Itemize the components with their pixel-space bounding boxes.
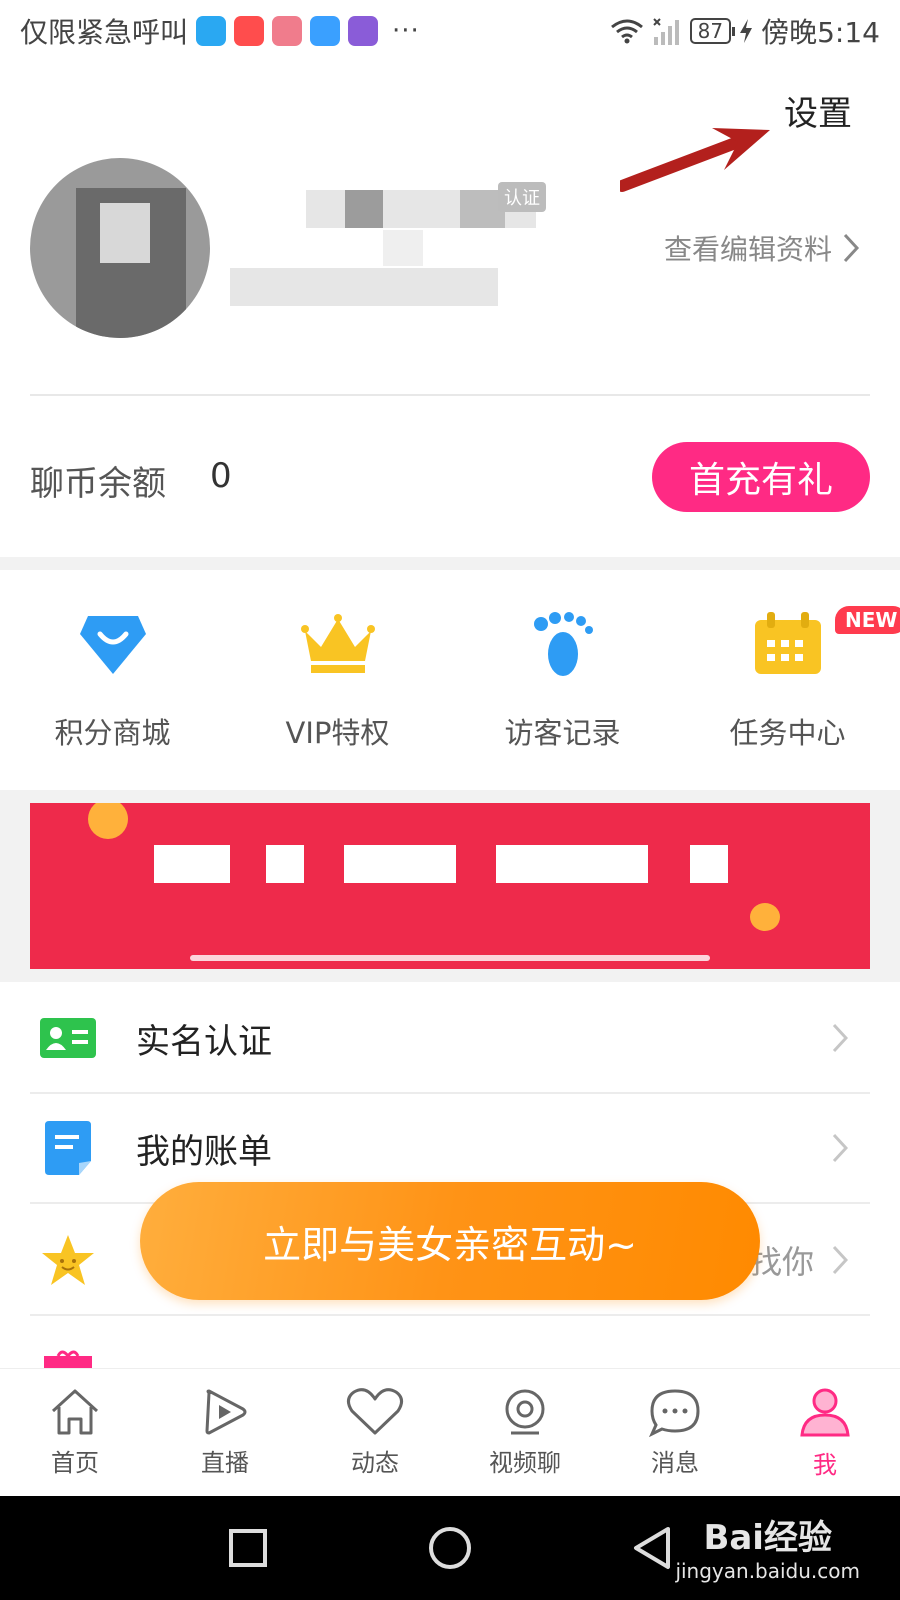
coin-decoration <box>750 903 780 931</box>
annotation-arrow <box>620 128 770 192</box>
charging-icon <box>740 19 753 43</box>
tab-live[interactable]: 直播 <box>150 1369 300 1496</box>
new-badge: NEW <box>835 606 900 634</box>
shop-bag-icon <box>73 606 153 682</box>
quick-item-label: 任务中心 <box>729 716 846 750</box>
profile-icon <box>800 1388 850 1437</box>
section-separator <box>0 557 900 570</box>
watermark-url: jingyan.baidu.com <box>675 1559 860 1583</box>
redacted-text <box>154 845 230 883</box>
avatar[interactable] <box>30 158 210 338</box>
carrier-text: 仅限紧急呼叫 <box>20 16 189 49</box>
quick-item-visitors[interactable]: 访客记录 <box>450 570 675 790</box>
redacted-text <box>266 845 304 883</box>
verify-badge: 认证 <box>498 182 546 212</box>
redacted-text <box>344 845 456 883</box>
video-chat-icon <box>505 1389 545 1435</box>
coin-decoration <box>88 803 128 839</box>
home-icon <box>51 1389 99 1435</box>
list-item-invite[interactable] <box>30 1318 870 1368</box>
more-notifications-icon: ··· <box>392 16 420 46</box>
quick-item-task-center[interactable]: 任务中心 NEW <box>675 570 900 790</box>
system-navigation-bar: Bai经验 jingyan.baidu.com <box>0 1496 900 1600</box>
redacted-text <box>690 845 728 883</box>
tab-label: 直播 <box>201 1449 249 1477</box>
chevron-right-icon <box>832 1133 848 1163</box>
battery-indicator: 87 <box>689 18 736 44</box>
play-icon <box>205 1389 247 1435</box>
quick-item-label: VIP特权 <box>285 716 390 750</box>
view-edit-label: 查看编辑资料 <box>663 233 832 266</box>
tab-me[interactable]: 我 <box>750 1369 900 1496</box>
tab-label: 首页 <box>51 1449 99 1477</box>
quick-item-label: 访客记录 <box>504 716 621 750</box>
list-item-label: 我的账单 <box>136 1131 272 1172</box>
tab-label: 视频聊 <box>489 1449 561 1477</box>
watermark: Bai经验 jingyan.baidu.com <box>675 1510 860 1583</box>
wifi-icon <box>610 19 643 44</box>
tab-video-chat[interactable]: 视频聊 <box>450 1369 600 1496</box>
message-icon <box>649 1389 700 1437</box>
bottom-tab-bar: 首页 直播 动态 视频聊 消息 我 <box>0 1368 900 1496</box>
clock: 傍晚5:14 <box>761 16 880 49</box>
divider <box>30 394 870 396</box>
list-item-label: 实名认证 <box>136 1021 272 1062</box>
recents-icon[interactable] <box>228 1528 268 1568</box>
chevron-right-icon <box>843 233 860 263</box>
tab-label: 动态 <box>351 1449 399 1477</box>
coin-balance-value: 0 <box>210 456 232 496</box>
heart-icon <box>347 1388 403 1435</box>
signal-icon <box>652 18 679 45</box>
tab-messages[interactable]: 消息 <box>600 1369 750 1496</box>
quick-menu: 积分商城 VIP特权 访客记录 任务中心 NEW <box>0 570 900 790</box>
list-item-real-name[interactable]: 实名认证 <box>30 984 870 1094</box>
chevron-right-icon <box>832 1023 848 1053</box>
tab-moments[interactable]: 动态 <box>300 1369 450 1496</box>
notification-app-icon <box>348 16 379 46</box>
interact-cta-button[interactable]: 立即与美女亲密互动~ <box>140 1182 760 1300</box>
tab-home[interactable]: 首页 <box>0 1369 150 1496</box>
view-edit-profile-link[interactable]: 查看编辑资料 <box>664 228 860 268</box>
chevron-right-icon <box>832 1245 848 1275</box>
notification-app-icon <box>310 16 341 46</box>
watermark-brand: Bai经验 <box>703 1518 832 1558</box>
quick-item-points-mall[interactable]: 积分商城 <box>0 570 225 790</box>
id-card-icon <box>40 1010 96 1066</box>
quick-item-label: 积分商城 <box>54 716 171 750</box>
home-nav-icon[interactable] <box>428 1526 472 1570</box>
tab-label: 消息 <box>651 1449 699 1477</box>
calendar-icon <box>748 606 828 682</box>
notification-app-icon <box>234 16 265 46</box>
banner-glow <box>190 955 710 961</box>
tab-label: 我 <box>813 1451 837 1479</box>
first-recharge-button[interactable]: 首充有礼 <box>652 442 870 512</box>
star-icon <box>40 1232 96 1288</box>
status-bar: 仅限紧急呼叫 ··· 87 傍晚5:14 <box>0 0 900 62</box>
gift-icon <box>40 1348 96 1368</box>
back-icon[interactable] <box>632 1526 672 1570</box>
quick-item-vip[interactable]: VIP特权 <box>225 570 450 790</box>
promo-banner[interactable] <box>30 803 870 969</box>
user-id-redacted <box>230 268 498 306</box>
notification-app-icon <box>196 16 227 46</box>
redacted-block <box>345 190 383 228</box>
footprint-icon <box>523 606 603 682</box>
crown-icon <box>298 606 378 682</box>
redacted-text <box>496 845 648 883</box>
notification-app-icon <box>272 16 303 46</box>
redacted-block <box>383 230 423 266</box>
settings-button[interactable]: 设置 <box>784 86 852 135</box>
coin-balance-label: 聊币余额 <box>30 464 166 504</box>
bill-icon <box>40 1120 96 1176</box>
